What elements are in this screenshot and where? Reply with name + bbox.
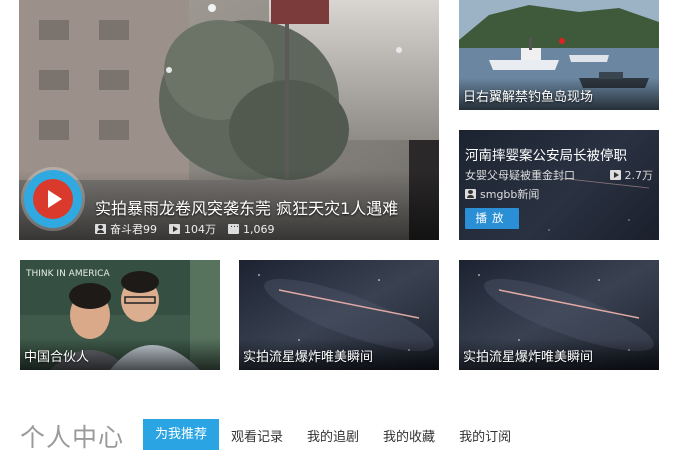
news-card[interactable]: 河南摔婴案公安局长被停职 女婴父母疑被重金封口 2.7万 smgbb新闻 播放 <box>459 130 659 240</box>
news-count-value: 2.7万 <box>624 169 654 182</box>
news-count: 2.7万 <box>609 167 654 183</box>
tab-favorites[interactable]: 我的收藏 <box>373 422 445 453</box>
personal-center-title: 个人中心 <box>20 423 125 452</box>
tile-caption[interactable]: 日右翼解禁钓鱼岛现场 <box>463 86 593 105</box>
news-subtitle: 女婴父母疑被重金封口 <box>465 169 575 182</box>
tile-caption[interactable]: 实拍流星爆炸唯美瞬间 <box>463 346 593 365</box>
feature-plays: 104万 <box>184 223 216 236</box>
play-button[interactable]: 播放 <box>465 208 519 229</box>
feature-author[interactable]: 奋斗君99 <box>110 221 157 237</box>
feature-video-card[interactable]: 实拍暴雨龙卷风突袭东莞 疯狂天灾1人遇难 奋斗君99 104万 1,069 <box>19 0 439 240</box>
video-tile-meteor-2[interactable]: 实拍流星爆炸唯美瞬间 <box>459 260 659 370</box>
play-button-inner <box>33 179 73 219</box>
tile-caption[interactable]: 中国合伙人 <box>24 346 89 365</box>
tab-following-shows[interactable]: 我的追剧 <box>297 422 369 453</box>
tab-subscriptions[interactable]: 我的订阅 <box>449 422 521 453</box>
tab-recommended[interactable]: 为我推荐 <box>143 419 220 450</box>
play-count-icon <box>609 170 621 180</box>
news-headline[interactable]: 河南摔婴案公安局长被停职 <box>465 144 627 164</box>
video-tile-partner[interactable]: THINK IN AMERICA 中国合伙人 <box>20 260 220 370</box>
news-source: smgbb新闻 <box>465 186 539 202</box>
feature-title[interactable]: 实拍暴雨龙卷风突袭东莞 疯狂天灾1人遇难 <box>95 195 398 219</box>
feature-comments: 1,069 <box>243 222 275 236</box>
svg-text:THINK IN AMERICA: THINK IN AMERICA <box>25 269 110 279</box>
play-count-icon <box>169 224 180 234</box>
user-icon <box>465 189 476 199</box>
comment-icon <box>228 220 239 234</box>
feature-meta: 奋斗君99 104万 1,069 <box>95 220 275 237</box>
news-source-name[interactable]: smgbb新闻 <box>480 186 539 202</box>
user-icon <box>95 224 106 234</box>
personal-center-tabs: 为我推荐 观看记录 我的追剧 我的收藏 我的订阅 <box>143 419 525 450</box>
play-icon <box>48 190 62 208</box>
tile-caption[interactable]: 实拍流星爆炸唯美瞬间 <box>243 346 373 365</box>
feature-play-button[interactable] <box>24 170 82 228</box>
video-tile-meteor-1[interactable]: 实拍流星爆炸唯美瞬间 <box>239 260 439 370</box>
tab-watch-history[interactable]: 观看记录 <box>221 422 293 453</box>
video-tile-diaoyu[interactable]: 日右翼解禁钓鱼岛现场 <box>459 0 659 110</box>
